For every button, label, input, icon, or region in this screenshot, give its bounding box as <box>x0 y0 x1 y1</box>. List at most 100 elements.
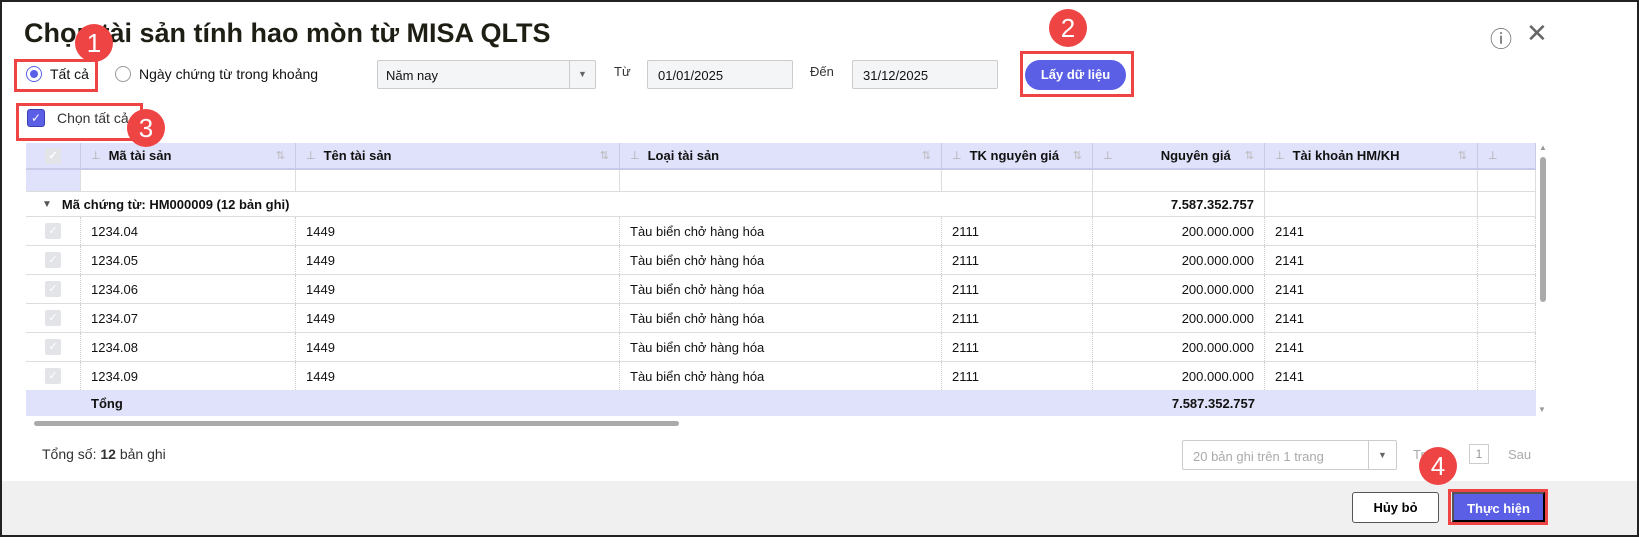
header-checkbox[interactable]: ✓ <box>26 143 81 168</box>
depreciation-account-cell: 2141 <box>1265 275 1478 303</box>
col-tk-nguyen-gia[interactable]: ⊥ TK nguyên giá ⇅ <box>942 143 1093 168</box>
table-row[interactable]: ✓ 1234.05 1449 Tàu biển chở hàng hóa 2111 200… <box>26 246 1536 275</box>
filter-input[interactable] <box>81 170 296 191</box>
next-page-button[interactable]: Sau <box>1508 447 1531 462</box>
row-checkbox[interactable]: ✓ <box>26 362 81 390</box>
group-label-cell[interactable]: ▼ Mã chứng từ: HM000009 (12 bản ghi) <box>26 192 1093 216</box>
blank <box>1478 362 1536 390</box>
table-header: ✓ ⊥ Mã tài sản ⇅ ⊥ Tên tài sản ⇅ ⊥ Loại tài s… <box>26 143 1536 170</box>
sort-icon[interactable]: ⇅ <box>276 149 285 162</box>
asset-code-cell: 1234.06 <box>81 275 296 303</box>
close-icon[interactable]: ✕ <box>1526 18 1548 49</box>
group-row[interactable]: ▼ Mã chứng từ: HM000009 (12 bản ghi) 7.58… <box>26 192 1536 217</box>
col-ten-tai-san[interactable]: ⊥ Tên tài sản ⇅ <box>296 143 620 168</box>
original-account-cell: 2111 <box>942 333 1093 361</box>
blank <box>1478 217 1536 245</box>
row-checkbox[interactable]: ✓ <box>26 333 81 361</box>
get-data-button[interactable]: Lấy dữ liệu <box>1025 60 1126 90</box>
scroll-thumb[interactable] <box>1540 157 1546 302</box>
page-number[interactable]: 1 <box>1469 444 1489 464</box>
pin-icon[interactable]: ⊥ <box>306 149 316 162</box>
depreciation-account-cell: 2141 <box>1265 246 1478 274</box>
count-prefix: Tổng số: <box>42 446 97 462</box>
original-cost-cell: 200.000.000 <box>1093 304 1265 332</box>
pin-icon[interactable]: ⊥ <box>1275 149 1285 162</box>
col-loai-tai-san[interactable]: ⊥ Loại tài sản ⇅ <box>620 143 942 168</box>
sort-icon[interactable]: ⇅ <box>600 149 609 162</box>
filter-input[interactable] <box>942 170 1093 191</box>
filter-input[interactable] <box>1265 170 1478 191</box>
radio-date-range[interactable]: Ngày chứng từ trong khoảng <box>115 66 318 82</box>
col-nguyen-gia[interactable]: ⊥ Nguyên giá ⇅ <box>1093 143 1265 168</box>
table-row[interactable]: ✓ 1234.04 1449 Tàu biển chở hàng hóa 2111 200… <box>26 217 1536 246</box>
radio-range-indicator[interactable] <box>115 66 131 82</box>
col-extra[interactable]: ⊥ <box>1478 143 1536 168</box>
asset-type-cell: Tàu biển chở hàng hóa <box>620 246 942 274</box>
pin-icon[interactable]: ⊥ <box>1488 149 1498 162</box>
filter-row <box>26 170 1536 192</box>
horizontal-scrollbar[interactable] <box>26 420 1536 428</box>
col-tai-khoan-hm[interactable]: ⊥ Tài khoản HM/KH ⇅ <box>1265 143 1478 168</box>
header-label: Loại tài sản <box>647 148 720 163</box>
chevron-down-icon[interactable]: ▼ <box>1368 441 1396 469</box>
scroll-down-icon[interactable]: ▼ <box>1538 405 1546 414</box>
original-cost-cell: 200.000.000 <box>1093 217 1265 245</box>
table-row[interactable]: ✓ 1234.09 1449 Tàu biển chở hàng hóa 2111 200… <box>26 362 1536 391</box>
scroll-up-icon[interactable]: ▲ <box>1538 143 1548 152</box>
chevron-down-icon[interactable]: ▼ <box>569 61 595 88</box>
collapse-icon[interactable]: ▼ <box>42 199 52 210</box>
step-badge: 1 <box>75 24 113 62</box>
page-size-select[interactable]: 20 bản ghi trên 1 trang ▼ <box>1182 440 1397 470</box>
row-checkbox[interactable]: ✓ <box>26 246 81 274</box>
header-label: Tên tài sản <box>323 148 392 163</box>
sort-icon[interactable]: ⇅ <box>922 149 931 162</box>
pin-icon[interactable]: ⊥ <box>91 149 101 162</box>
help-icon[interactable]: ⓘ <box>1490 22 1512 54</box>
filter-input[interactable] <box>1478 170 1536 191</box>
blank <box>1478 246 1536 274</box>
radio-all-indicator[interactable] <box>26 66 42 82</box>
total-row: Tổng 7.587.352.757 <box>26 390 1536 416</box>
pin-icon[interactable]: ⊥ <box>630 149 640 162</box>
asset-code-cell: 1234.07 <box>81 304 296 332</box>
select-all-checkbox[interactable]: ✓ Chọn tất cả <box>27 109 129 127</box>
to-date-input[interactable]: 31/12/2025 <box>852 60 998 89</box>
confirm-button[interactable]: Thực hiện <box>1452 492 1545 522</box>
row-checkbox[interactable]: ✓ <box>26 275 81 303</box>
original-account-cell: 2111 <box>942 362 1093 390</box>
table-row[interactable]: ✓ 1234.08 1449 Tàu biển chở hàng hóa 2111 200… <box>26 333 1536 362</box>
record-count: Tổng số: 12 bản ghi <box>42 446 166 462</box>
row-checkbox[interactable]: ✓ <box>26 217 81 245</box>
blank <box>1478 192 1536 216</box>
original-cost-cell: 200.000.000 <box>1093 246 1265 274</box>
scroll-thumb[interactable] <box>34 421 679 426</box>
filter-input[interactable] <box>1093 170 1265 191</box>
from-date-input[interactable]: 01/01/2025 <box>647 60 793 89</box>
depreciation-account-cell: 2141 <box>1265 217 1478 245</box>
pin-icon[interactable]: ⊥ <box>952 149 962 162</box>
vertical-scrollbar[interactable]: ▲ ▼ <box>1538 143 1548 418</box>
filter-input[interactable] <box>620 170 942 191</box>
cancel-button[interactable]: Hủy bỏ <box>1352 492 1439 523</box>
radio-all[interactable]: Tất cả <box>26 66 89 82</box>
sort-icon[interactable]: ⇅ <box>1073 149 1082 162</box>
row-checkbox[interactable]: ✓ <box>26 304 81 332</box>
table-row[interactable]: ✓ 1234.06 1449 Tàu biển chở hàng hóa 2111 200… <box>26 275 1536 304</box>
count-suffix: bản ghi <box>119 446 166 462</box>
original-account-cell: 2111 <box>942 275 1093 303</box>
checkbox-checked-icon[interactable]: ✓ <box>27 109 45 127</box>
sort-icon[interactable]: ⇅ <box>1245 149 1254 162</box>
period-value: Năm nay <box>386 68 439 83</box>
table-row[interactable]: ✓ 1234.07 1449 Tàu biển chở hàng hóa 2111 200… <box>26 304 1536 333</box>
blank <box>942 390 1093 416</box>
pin-icon[interactable]: ⊥ <box>1103 149 1113 162</box>
original-account-cell: 2111 <box>942 246 1093 274</box>
filter-input[interactable] <box>296 170 620 191</box>
period-select[interactable]: Năm nay ▼ <box>377 60 596 89</box>
col-ma-tai-san[interactable]: ⊥ Mã tài sản ⇅ <box>81 143 296 168</box>
blank <box>620 390 942 416</box>
page-size-value: 20 bản ghi trên 1 trang <box>1193 449 1324 464</box>
total-value: 7.587.352.757 <box>1171 395 1255 411</box>
asset-name-cell: 1449 <box>296 304 620 332</box>
sort-icon[interactable]: ⇅ <box>1458 149 1467 162</box>
